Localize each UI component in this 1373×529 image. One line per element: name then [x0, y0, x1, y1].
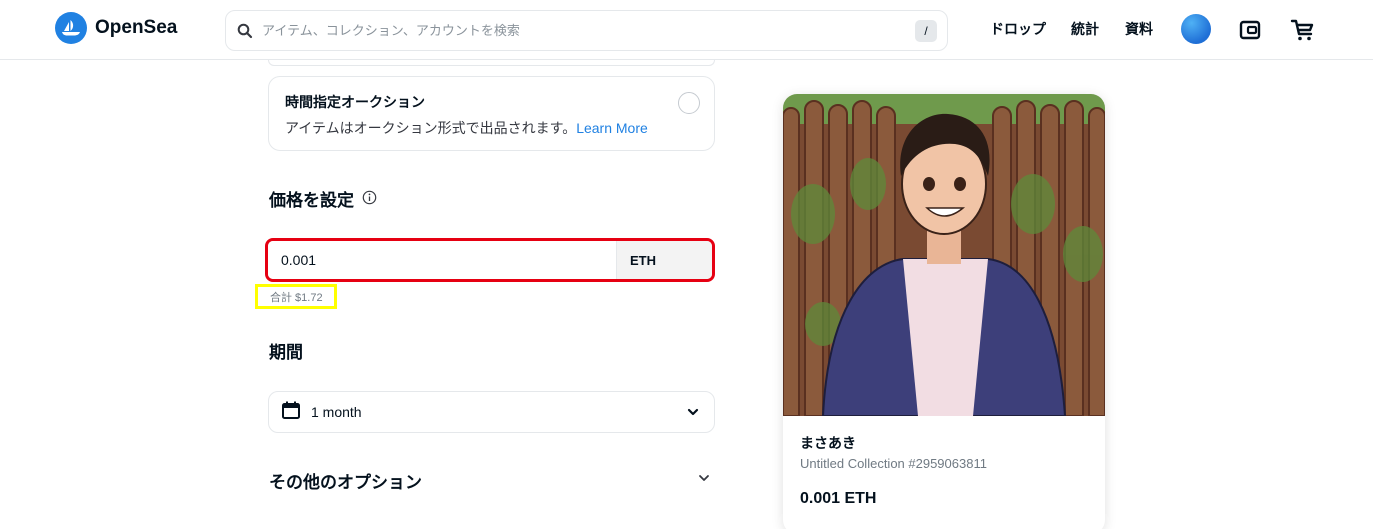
nft-preview-card: まさあき Untitled Collection #2959063811 0.0… — [783, 94, 1105, 529]
logo-text: OpenSea — [95, 17, 178, 38]
auction-description-text: アイテムはオークション形式で出品されます。 — [285, 120, 577, 136]
auction-radio[interactable] — [678, 92, 700, 114]
more-options-chevron-icon[interactable] — [697, 471, 711, 485]
price-heading: 価格を設定 — [269, 191, 354, 210]
nft-price: 0.001 ETH — [800, 490, 877, 507]
nft-collection: Untitled Collection #2959063811 — [800, 456, 987, 471]
wallet-icon[interactable] — [1236, 16, 1264, 44]
timed-auction-option[interactable]: 時間指定オークション アイテムはオークション形式で出品されます。Learn Mo… — [268, 76, 715, 151]
currency-label: ETH — [616, 241, 712, 279]
nft-name: まさあき — [800, 435, 856, 451]
profile-avatar[interactable] — [1181, 14, 1211, 44]
auction-title: 時間指定オークション — [285, 94, 425, 110]
search-bar[interactable]: / — [225, 10, 948, 51]
chevron-down-icon — [686, 405, 700, 419]
auction-description: アイテムはオークション形式で出品されます。Learn More — [285, 118, 698, 138]
duration-heading: 期間 — [269, 343, 303, 362]
duration-select[interactable]: 1 month — [268, 391, 715, 433]
search-shortcut-badge: / — [915, 19, 937, 42]
calendar-icon — [281, 400, 301, 425]
previous-option-card — [268, 60, 715, 66]
learn-more-link[interactable]: Learn More — [576, 120, 648, 136]
search-icon — [236, 22, 254, 40]
nav-stats[interactable]: 統計 — [1071, 19, 1099, 39]
price-input[interactable] — [268, 241, 616, 279]
opensea-boat-icon — [55, 12, 87, 44]
more-options-heading[interactable]: その他のオプション — [269, 468, 422, 493]
nav-resources[interactable]: 資料 — [1125, 19, 1153, 39]
nft-image — [783, 94, 1105, 416]
top-navbar: OpenSea / ドロップ 統計 資料 — [0, 0, 1373, 60]
price-total: 合計 $1.72 — [255, 284, 337, 309]
info-icon[interactable] — [362, 190, 377, 205]
search-input[interactable] — [262, 23, 915, 38]
cart-icon[interactable] — [1289, 16, 1317, 44]
opensea-logo[interactable]: OpenSea — [55, 12, 177, 44]
price-input-group: ETH — [265, 238, 715, 282]
duration-value: 1 month — [311, 404, 362, 420]
nav-drops[interactable]: ドロップ — [990, 19, 1046, 39]
